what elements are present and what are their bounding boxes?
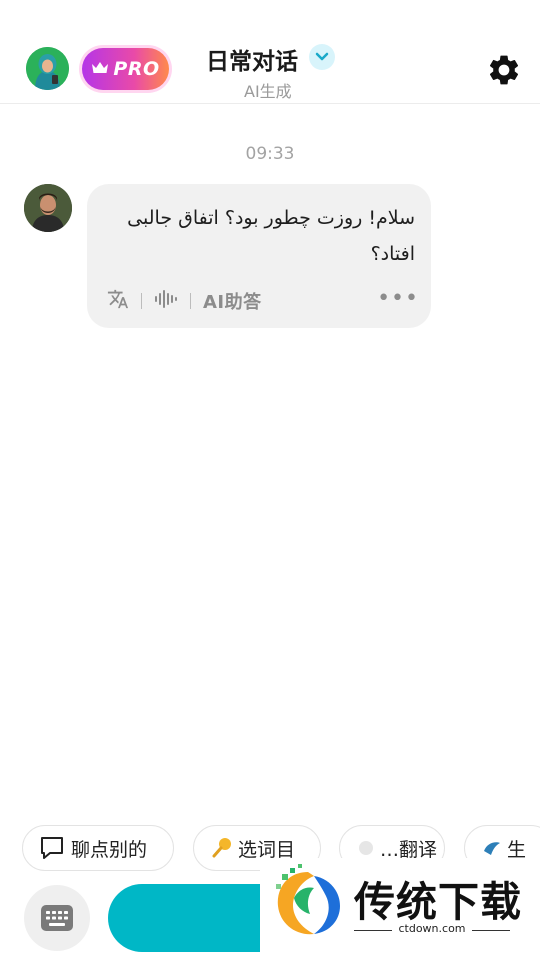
keyboard-icon: [40, 904, 74, 932]
message-toolbar: AI助答 •••: [107, 286, 419, 316]
suggestion-label: 聊点别的: [71, 838, 148, 861]
divider: [190, 293, 191, 309]
pro-label: PRO: [113, 58, 160, 80]
pin-icon: [210, 836, 234, 860]
more-icon[interactable]: •••: [377, 288, 419, 310]
pro-badge[interactable]: PRO: [79, 45, 172, 93]
divider: [141, 293, 142, 309]
assistant-avatar[interactable]: [24, 184, 72, 232]
audio-wave-icon[interactable]: [154, 290, 178, 312]
page-title: 日常对话: [206, 49, 298, 75]
bird-icon: [481, 837, 503, 859]
watermark: 传统下载 ctdown.com: [260, 858, 540, 960]
chip-icon: [356, 838, 376, 858]
gear-icon[interactable]: [486, 52, 522, 88]
scenario-selector[interactable]: 日常对话: [206, 42, 356, 76]
chevron-down-icon[interactable]: [309, 44, 335, 70]
ai-answer-button[interactable]: AI助答: [203, 288, 262, 314]
message-bubble[interactable]: سلام! روزت چطور بود؟ اتفاق جالبی افتاد؟ …: [87, 184, 431, 328]
top-bar: PRO 日常对话 AI生成: [0, 0, 540, 104]
watermark-logo: [268, 864, 348, 946]
keyboard-button[interactable]: [24, 885, 90, 951]
user-avatar[interactable]: [26, 47, 69, 90]
suggestion-chip[interactable]: 聊点别的: [22, 825, 174, 871]
speech-bubble-icon: [39, 836, 65, 860]
crown-icon: [91, 60, 109, 79]
watermark-text: 传统下载: [354, 878, 522, 926]
watermark-url: ctdown.com: [354, 922, 510, 935]
page-subtitle: AI生成: [244, 82, 292, 101]
message-timestamp: 09:33: [245, 144, 295, 164]
message-text: سلام! روزت چطور بود؟ اتفاق جالبی افتاد؟: [127, 207, 415, 265]
translate-icon[interactable]: [107, 288, 129, 314]
